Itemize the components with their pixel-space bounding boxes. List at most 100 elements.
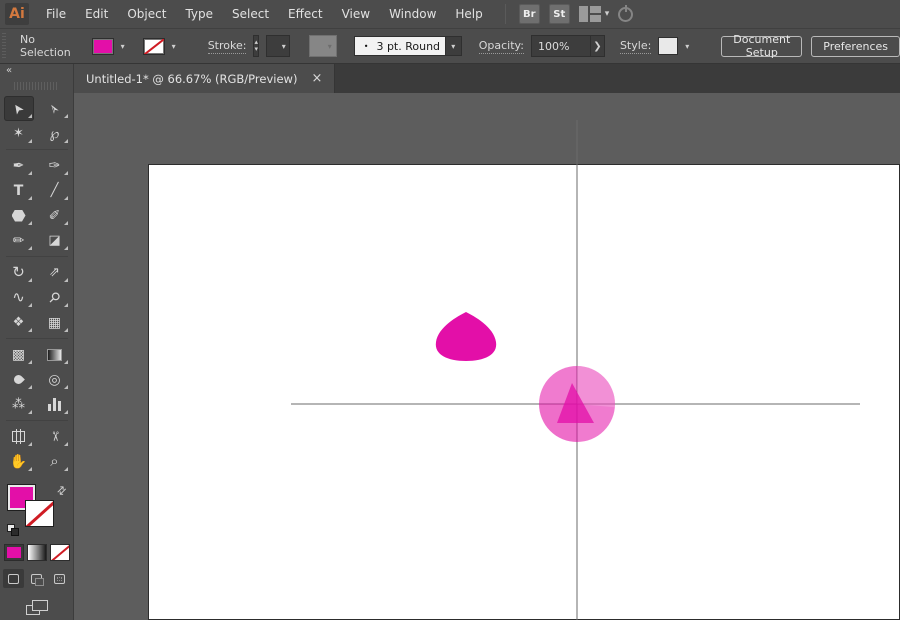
menu-item-effect[interactable]: Effect (288, 7, 323, 21)
eyedropper-icon (12, 373, 25, 386)
fill-stroke-control: ⇄ (6, 483, 70, 536)
fill-swatch[interactable] (91, 37, 114, 55)
menu-items: File Edit Object Type Select Effect View Window… (46, 7, 483, 21)
tool-slice[interactable]: ✂ (40, 424, 70, 449)
tool-gradient[interactable] (40, 342, 70, 367)
tool-artboard[interactable] (4, 424, 34, 449)
shape-builder-icon: ❖ (12, 315, 25, 330)
menu-item-select[interactable]: Select (232, 7, 269, 21)
tool-shape-builder[interactable]: ❖ (4, 310, 34, 335)
menu-item-view[interactable]: View (342, 7, 370, 21)
tool-column-graph[interactable] (40, 392, 70, 417)
menu-item-window[interactable]: Window (389, 7, 436, 21)
stroke-color-dropdown[interactable]: ▾ (142, 37, 181, 55)
stepper-down-icon[interactable]: ▾ (254, 46, 258, 53)
brush-preview-dot: • (363, 41, 369, 51)
canvas-pasteboard[interactable] (74, 93, 900, 620)
tool-scale[interactable]: ⇗ (40, 260, 70, 285)
menu-item-object[interactable]: Object (127, 7, 166, 21)
selection-icon: ➤ (9, 99, 28, 118)
tool-magic-wand[interactable]: ✶ (4, 121, 34, 146)
chevron-down-icon[interactable]: ▾ (445, 36, 462, 56)
tool-shape[interactable] (4, 203, 34, 228)
menubar-right: Br St ▾ (504, 4, 634, 24)
tool-width[interactable]: ∿ (4, 285, 34, 310)
gradient-button[interactable] (26, 544, 47, 561)
default-fill-stroke-icon[interactable] (6, 524, 19, 536)
menu-item-edit[interactable]: Edit (85, 7, 108, 21)
tool-mesh[interactable]: ▩ (4, 342, 34, 367)
control-bar: No Selection ▾ ▾ Stroke: ▴ ▾ ▾ ▾ • 3 pt.… (0, 29, 900, 64)
preferences-button[interactable]: Preferences (811, 35, 900, 57)
tool-type[interactable]: T (4, 178, 34, 203)
free-transform-icon: ⚲ (45, 288, 64, 307)
tool-group-separator (4, 417, 70, 424)
menu-item-help[interactable]: Help (455, 7, 482, 21)
opacity-input[interactable]: 100% (530, 35, 591, 57)
tool-eraser[interactable]: ◪ (40, 228, 70, 253)
opacity-expand-arrow[interactable]: ❯ (590, 35, 605, 57)
stroke-weight-label[interactable]: Stroke: (207, 39, 247, 54)
chevron-down-icon: ▾ (327, 41, 332, 51)
stock-button[interactable]: St (548, 4, 570, 24)
brush-definition-dropdown[interactable]: • 3 pt. Round ▾ (353, 36, 462, 56)
tool-perspective-grid[interactable]: ▦ (40, 310, 70, 335)
stroke-weight-stepper[interactable]: ▴ ▾ (253, 35, 259, 57)
shape-icon (11, 209, 26, 222)
chevron-down-icon[interactable]: ▾ (167, 38, 181, 55)
illustrator-window: Ai File Edit Object Type Select Effect View Win… (0, 0, 900, 620)
stroke-weight-dropdown[interactable]: ▾ (265, 35, 290, 57)
opacity-label[interactable]: Opacity: (478, 39, 524, 54)
tool-free-transform[interactable]: ⚲ (40, 285, 70, 310)
tool-line-segment[interactable]: ╱ (40, 178, 70, 203)
sync-power-icon[interactable] (618, 4, 634, 22)
tool-hand[interactable]: ✋ (4, 449, 34, 474)
menu-item-type[interactable]: Type (185, 7, 213, 21)
chevron-down-icon[interactable]: ▾ (680, 38, 694, 55)
tool-shaper[interactable]: ✏ (4, 228, 34, 253)
tool-group-separator (4, 335, 70, 342)
tool-symbol-sprayer[interactable]: ⁂ (4, 392, 34, 417)
stroke-proxy-swatch-none[interactable] (24, 500, 54, 527)
draw-normal-button[interactable] (3, 569, 24, 588)
bridge-button[interactable]: Br (518, 4, 540, 24)
draw-inside-button[interactable] (49, 569, 70, 588)
tool-eyedropper[interactable] (4, 367, 34, 392)
tool-zoom[interactable]: ⌕ (40, 449, 70, 474)
color-button[interactable] (3, 544, 24, 561)
type-icon: T (13, 182, 24, 199)
none-button[interactable] (49, 544, 70, 561)
artwork-layer (291, 120, 860, 620)
swap-fill-stroke-icon[interactable]: ⇄ (54, 483, 70, 499)
document-tab[interactable]: Untitled-1* @ 66.67% (RGB/Preview) × (74, 64, 336, 93)
tool-curvature[interactable]: ✑ (40, 153, 70, 178)
style-label[interactable]: Style: (619, 39, 652, 54)
document-setup-button[interactable]: Document Setup (721, 33, 803, 59)
tool-paintbrush[interactable]: ✐ (40, 203, 70, 228)
tool-direct-selection[interactable]: ➢ (40, 96, 70, 121)
toolbar-grip[interactable] (14, 82, 59, 90)
stroke-swatch-none[interactable] (142, 37, 165, 55)
variable-width-dropdown-disabled: ▾ (308, 35, 337, 57)
collapse-toolbar-icon[interactable]: « (6, 65, 12, 76)
tool-palette: ➤ ➢ ✶ ℘ ✒ ✑ T ╱ ✐ ✏ ◪ ↻ ⇗ ∿ ⚲ ❖ ▦ ▩ ◎ ⁂ ✂ ✋ ⌕ ⇄ (0, 93, 74, 620)
magenta-blob-shape[interactable] (435, 312, 497, 361)
menu-item-file[interactable]: File (46, 7, 66, 21)
brush-field[interactable]: • 3 pt. Round (353, 36, 446, 56)
tool-selection[interactable]: ➤ (3, 96, 34, 121)
draw-behind-button[interactable] (26, 569, 47, 588)
workspace-switcher[interactable]: ▾ (578, 6, 609, 22)
tool-rotate[interactable]: ↻ (4, 260, 34, 285)
screen-mode-button[interactable] (25, 600, 48, 615)
style-swatch[interactable] (658, 37, 679, 55)
tool-blend[interactable]: ◎ (40, 367, 70, 392)
style-dropdown[interactable]: ▾ (658, 37, 694, 55)
line-segment-icon: ╱ (50, 183, 59, 198)
fill-color-dropdown[interactable]: ▾ (91, 37, 130, 55)
tool-lasso[interactable]: ℘ (40, 121, 70, 146)
drawing-mode-buttons (3, 569, 70, 588)
chevron-down-icon[interactable]: ▾ (116, 38, 130, 55)
eraser-icon: ◪ (48, 233, 61, 248)
tool-pen[interactable]: ✒ (4, 153, 34, 178)
close-tab-icon[interactable]: × (311, 71, 322, 86)
